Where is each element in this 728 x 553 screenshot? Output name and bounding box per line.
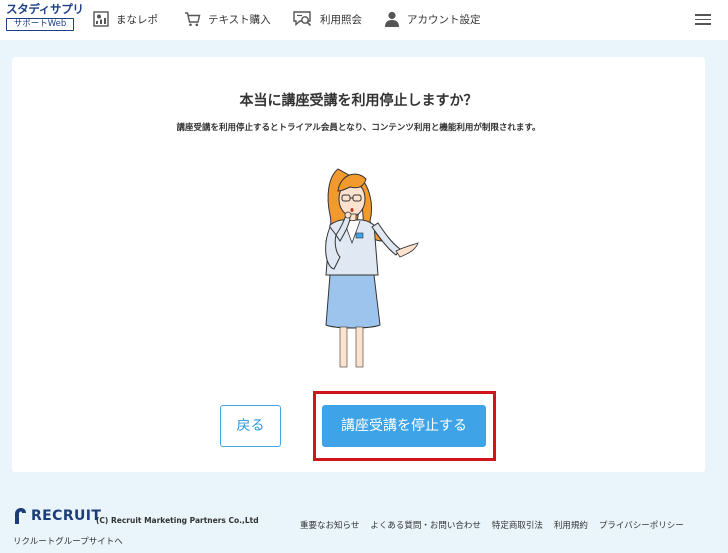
woman-thinking-illustration (325, 168, 419, 368)
copyright-text: (C) Recruit Marketing Partners Co.,Ltd (96, 516, 259, 525)
footer-link-commerce-law[interactable]: 特定商取引法 (492, 519, 543, 531)
cart-icon (185, 12, 201, 27)
nav-text-purchase[interactable]: テキスト購入 (184, 9, 271, 29)
footer-link-privacy[interactable]: プライバシーポリシー (599, 519, 684, 531)
recruit-brand-text: RECRUIT (31, 507, 102, 524)
site-logo[interactable]: スタディサプリ サポートWeb (6, 2, 84, 31)
recruit-mark-icon (15, 508, 26, 524)
footer-links: 重要なお知らせ よくある質問・お問い合わせ 特定商取引法 利用規約 プライバシー… (300, 519, 695, 531)
nav-account-settings-label: アカウント設定 (407, 13, 481, 26)
hamburger-menu-icon[interactable] (694, 11, 712, 27)
dialog-description: 講座受講を利用停止するとトライアル会員となり、コンテンツ利用と機能利用が制限され… (176, 123, 541, 133)
confirm-dialog-card: 本当に講座受講を利用停止しますか？ 講座受講を利用停止するとトライアル会員となり… (12, 57, 705, 472)
search-chat-icon (293, 11, 312, 27)
nav-text-purchase-label: テキスト購入 (208, 13, 271, 26)
nav-manarepo-label: まなレポ (116, 13, 158, 26)
report-icon (93, 11, 109, 27)
recruit-group-link[interactable]: リクルートグループサイトへ (13, 535, 123, 547)
recruit-logo[interactable]: RECRUIT (13, 507, 101, 524)
nav-manarepo[interactable]: まなレポ (93, 9, 158, 29)
nav-usage-inquiry-label: 利用照会 (320, 13, 362, 26)
user-icon (385, 11, 399, 27)
back-button[interactable]: 戻る (220, 405, 281, 447)
nav-account-settings[interactable]: アカウント設定 (384, 9, 481, 29)
stop-course-button[interactable]: 講座受講を停止する (322, 405, 486, 447)
footer-link-notices[interactable]: 重要なお知らせ (300, 519, 359, 531)
nav-usage-inquiry[interactable]: 利用照会 (293, 9, 362, 29)
footer-link-terms[interactable]: 利用規約 (554, 519, 588, 531)
footer-link-faq[interactable]: よくある質問・お問い合わせ (370, 519, 481, 531)
dialog-title: 本当に講座受講を利用停止しますか？ (239, 93, 478, 109)
header: スタディサプリ サポートWeb まなレポ テキスト購入 利用照会 アカウント設定 (0, 0, 728, 40)
logo-sub-text: サポートWeb (6, 18, 74, 31)
logo-main-text: スタディサプリ (6, 2, 84, 16)
